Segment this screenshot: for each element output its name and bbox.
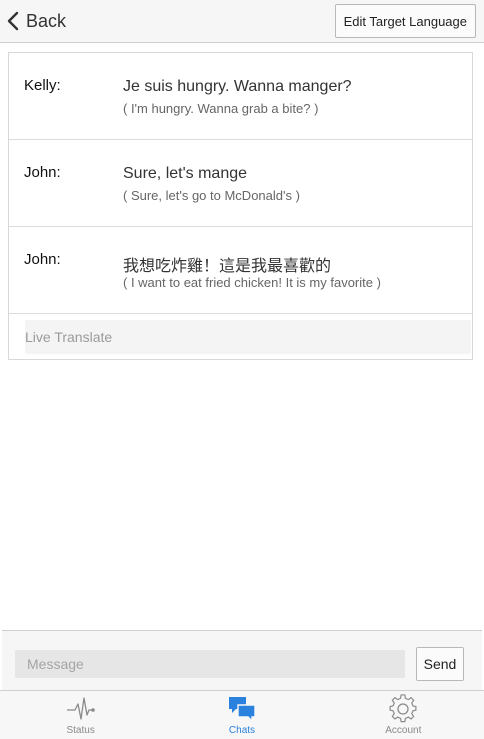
message-original-text: 我想吃炸雞！這是我最喜歡的 [123, 258, 332, 275]
back-label: Back [26, 10, 67, 31]
tab-bar: Status Chats Account [0, 690, 484, 739]
tab-account[interactable]: Account [323, 691, 484, 739]
message-row: John: Sure, let's mange ( Sure, let's go… [9, 140, 472, 227]
message-translation: ( I'm hungry. Wanna grab a bite? ) [123, 101, 319, 116]
header: Back Edit Target Language [0, 0, 484, 43]
message-row: John: 我想吃炸雞！這是我最喜歡的 ( I want to eat frie… [9, 227, 472, 314]
chat-list: Kelly: Je suis hungry. Wanna manger? ( I… [8, 52, 473, 360]
gear-icon [389, 694, 417, 723]
tab-chats-label: Chats [228, 725, 256, 736]
chat-bubbles-icon [228, 697, 256, 723]
pulse-icon [66, 697, 95, 720]
message-original-text: Je suis hungry. Wanna manger? [123, 78, 352, 95]
message-sender: John: [24, 164, 61, 181]
back-button[interactable]: Back [6, 7, 66, 35]
message-sender: John: [24, 251, 61, 268]
tab-chats[interactable]: Chats [161, 691, 322, 739]
tab-status-label: Status [66, 725, 95, 736]
message-sender: Kelly: [24, 77, 61, 94]
live-translate-row: Live Translate [9, 314, 472, 359]
live-translate-field[interactable]: Live Translate [25, 320, 471, 354]
app: Back Edit Target Language Kelly: Je suis… [0, 0, 484, 739]
message-translation: ( I want to eat fried chicken! It is my … [123, 275, 381, 290]
tab-status[interactable]: Status [0, 691, 161, 739]
message-original-text: Sure, let's mange [123, 165, 248, 182]
message-composer: Send [2, 630, 482, 690]
edit-target-language-button[interactable]: Edit Target Language [334, 4, 476, 38]
message-row: Kelly: Je suis hungry. Wanna manger? ( I… [9, 53, 472, 140]
send-button[interactable]: Send [416, 647, 464, 681]
tab-account-label: Account [385, 725, 422, 736]
chevron-left-icon [7, 11, 19, 31]
live-translate-label: Live Translate [25, 329, 113, 345]
message-translation: ( Sure, let's go to McDonald's ) [123, 188, 300, 203]
message-input[interactable] [15, 650, 405, 678]
